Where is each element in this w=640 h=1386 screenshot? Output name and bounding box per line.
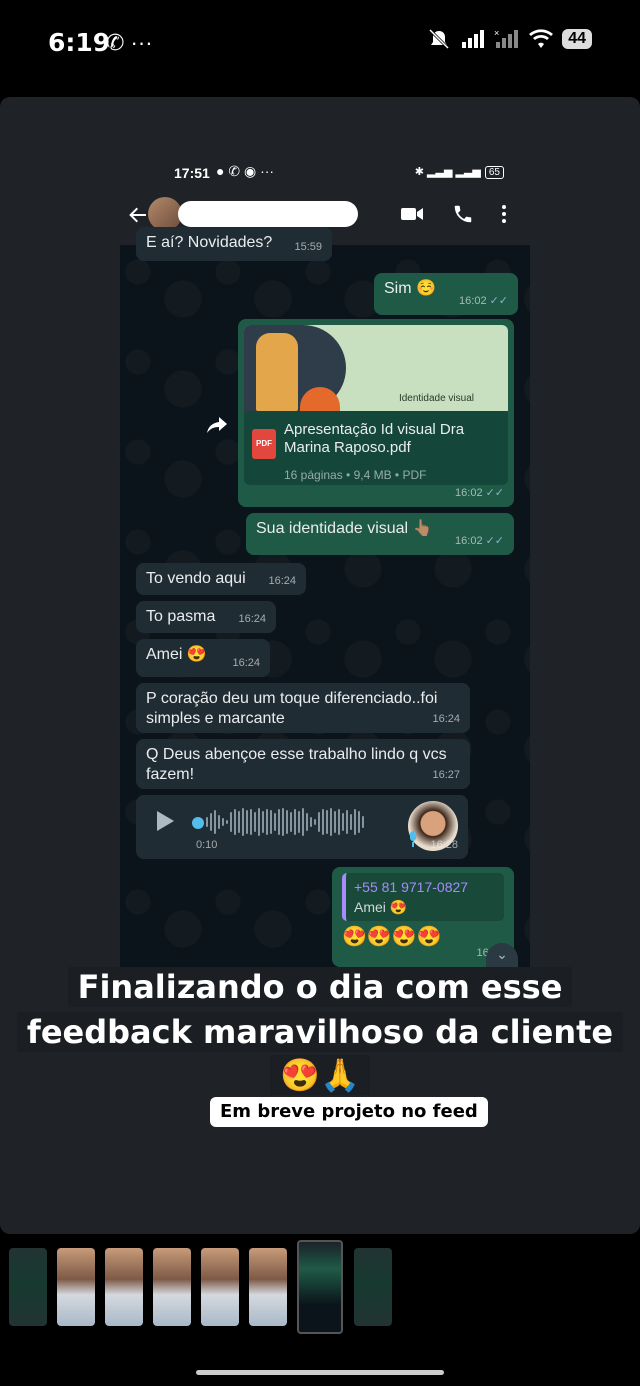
inner-battery: 65 bbox=[484, 166, 504, 179]
voice-duration: 0:10 bbox=[196, 839, 218, 851]
notification-icons: ✆ ··· bbox=[106, 30, 153, 55]
quoted-author: +55 81 9717-0827 bbox=[354, 879, 469, 895]
inner-time: 17:51 bbox=[174, 165, 210, 181]
message-time: 15:59 bbox=[294, 241, 322, 253]
chat-area: E aí? Novidades? 15:59 Sim ☺️ 16:02 ✓✓ Id… bbox=[120, 227, 530, 967]
story-thumbnail[interactable] bbox=[9, 1248, 47, 1326]
story-thumbnail[interactable] bbox=[201, 1248, 239, 1326]
message-incoming: To pasma 16:24 bbox=[136, 601, 276, 633]
document-title: Apresentação Id visual Dra Marina Raposo… bbox=[284, 421, 465, 456]
caption-line-2-row: feedback maravilhoso da cliente bbox=[0, 1012, 640, 1052]
message-text: P coração deu um toque diferenciado..foi… bbox=[146, 690, 438, 727]
story-thumbnail-strip bbox=[0, 1240, 640, 1340]
signal-no-service-icon: × bbox=[494, 28, 519, 48]
story-thumbnail[interactable] bbox=[105, 1248, 143, 1326]
message-text: E aí? Novidades? bbox=[146, 234, 273, 251]
message-time: 16:27 bbox=[432, 769, 460, 781]
caption-pill: Em breve projeto no feed bbox=[210, 1097, 488, 1127]
contact-name-redacted bbox=[178, 201, 358, 227]
inner-status-bar: 17:51 ● ✆ ◉ ··· ✱ ▂▃▅ ▂▃▅ 65 bbox=[120, 157, 530, 193]
inner-notification-icons: ● ✆ ◉ ··· bbox=[216, 163, 275, 179]
message-outgoing: Sua identidade visual 👆🏽 16:02 ✓✓ bbox=[246, 513, 514, 555]
caption-line-2: feedback maravilhoso da cliente bbox=[16, 1012, 624, 1052]
message-time: 16:02 ✓✓ bbox=[459, 295, 508, 307]
document-preview-label: Identidade visual bbox=[398, 393, 474, 404]
playback-handle[interactable] bbox=[192, 817, 204, 829]
quoted-message[interactable]: +55 81 9717-0827 Amei 😍 bbox=[342, 873, 504, 921]
caption-emoji-row: 😍🙏 bbox=[0, 1055, 640, 1095]
device-time: 6:19 bbox=[48, 28, 111, 57]
message-time: 16:24 bbox=[432, 713, 460, 725]
story-card[interactable]: 17:51 ● ✆ ◉ ··· ✱ ▂▃▅ ▂▃▅ 65 E aí? Novida… bbox=[0, 97, 640, 1234]
document-meta: 16 páginas • 9,4 MB • PDF bbox=[284, 468, 427, 482]
device-status-right: × 44 bbox=[426, 28, 592, 50]
home-indicator[interactable] bbox=[196, 1370, 444, 1375]
svg-text:×: × bbox=[494, 28, 499, 38]
voice-message: 0:10 16:28 bbox=[136, 795, 468, 859]
message-text: Amei 😍 bbox=[146, 646, 207, 663]
signal-icon bbox=[462, 30, 485, 48]
read-ticks-icon: ✓✓ bbox=[489, 295, 508, 307]
story-thumbnail[interactable] bbox=[57, 1248, 95, 1326]
message-text: To vendo aqui bbox=[146, 570, 246, 587]
message-incoming: To vendo aqui 16:24 bbox=[136, 563, 306, 595]
video-call-icon[interactable] bbox=[400, 205, 424, 223]
message-text: To pasma bbox=[146, 608, 216, 625]
message-text: Sua identidade visual 👆🏽 bbox=[256, 520, 433, 537]
story-thumbnail[interactable] bbox=[249, 1248, 287, 1326]
mute-bell-icon bbox=[429, 28, 450, 50]
caption-line-1-row: Finalizando o dia com esse bbox=[0, 967, 640, 1007]
story-thumbnail[interactable] bbox=[153, 1248, 191, 1326]
read-ticks-icon: ✓✓ bbox=[485, 487, 504, 499]
document-message[interactable]: Identidade visual PDF Apresentação Id vi… bbox=[238, 319, 514, 507]
message-outgoing: Sim ☺️ 16:02 ✓✓ bbox=[374, 273, 518, 315]
story-thumbnail-active[interactable] bbox=[297, 1240, 343, 1334]
contact-avatar[interactable] bbox=[148, 197, 182, 231]
document-preview: Identidade visual bbox=[244, 325, 508, 411]
message-incoming: E aí? Novidades? 15:59 bbox=[136, 227, 332, 261]
message-incoming: Amei 😍 16:24 bbox=[136, 639, 270, 677]
message-incoming: Q Deus abençoe esse trabalho lindo q vcs… bbox=[136, 739, 470, 789]
scroll-down-button[interactable]: ⌄ bbox=[486, 943, 518, 967]
caption-line-1: Finalizando o dia com esse bbox=[67, 967, 573, 1007]
chat-screenshot: 17:51 ● ✆ ◉ ··· ✱ ▂▃▅ ▂▃▅ 65 E aí? Novida… bbox=[120, 157, 530, 967]
message-time: 16:24 bbox=[232, 657, 260, 669]
voice-call-icon[interactable] bbox=[452, 203, 474, 225]
message-time: 16:24 bbox=[238, 613, 266, 625]
message-time: 16:24 bbox=[268, 575, 296, 587]
wifi-icon bbox=[529, 29, 554, 48]
more-options-icon[interactable] bbox=[498, 203, 510, 225]
message-incoming: P coração deu um toque diferenciado..foi… bbox=[136, 683, 470, 733]
message-time: 16:02 ✓✓ bbox=[455, 535, 504, 547]
inner-status-right: ✱ ▂▃▅ ▂▃▅ 65 bbox=[415, 165, 504, 179]
message-time: 16:02 ✓✓ bbox=[455, 487, 504, 499]
device-status-bar: 6:19 ✆ ··· × 44 bbox=[0, 0, 640, 90]
story-thumbnail[interactable] bbox=[354, 1248, 392, 1326]
play-icon[interactable] bbox=[154, 809, 176, 833]
forward-icon[interactable] bbox=[206, 415, 228, 435]
document-card[interactable]: Identidade visual PDF Apresentação Id vi… bbox=[244, 325, 508, 485]
quoted-text: Amei 😍 bbox=[354, 899, 408, 915]
message-time: 16:28 bbox=[430, 839, 458, 851]
back-arrow-icon[interactable] bbox=[126, 203, 150, 227]
message-text: Q Deus abençoe esse trabalho lindo q vcs… bbox=[146, 746, 447, 783]
read-ticks-icon: ✓✓ bbox=[485, 535, 504, 547]
giraffe-illustration bbox=[256, 333, 298, 411]
pdf-file-icon: PDF bbox=[252, 429, 276, 459]
caption-emoji: 😍🙏 bbox=[270, 1055, 370, 1095]
message-text: Sim ☺️ bbox=[384, 280, 436, 297]
battery-indicator: 44 bbox=[562, 29, 592, 49]
microphone-icon bbox=[410, 831, 416, 847]
audio-waveform[interactable] bbox=[206, 807, 364, 837]
